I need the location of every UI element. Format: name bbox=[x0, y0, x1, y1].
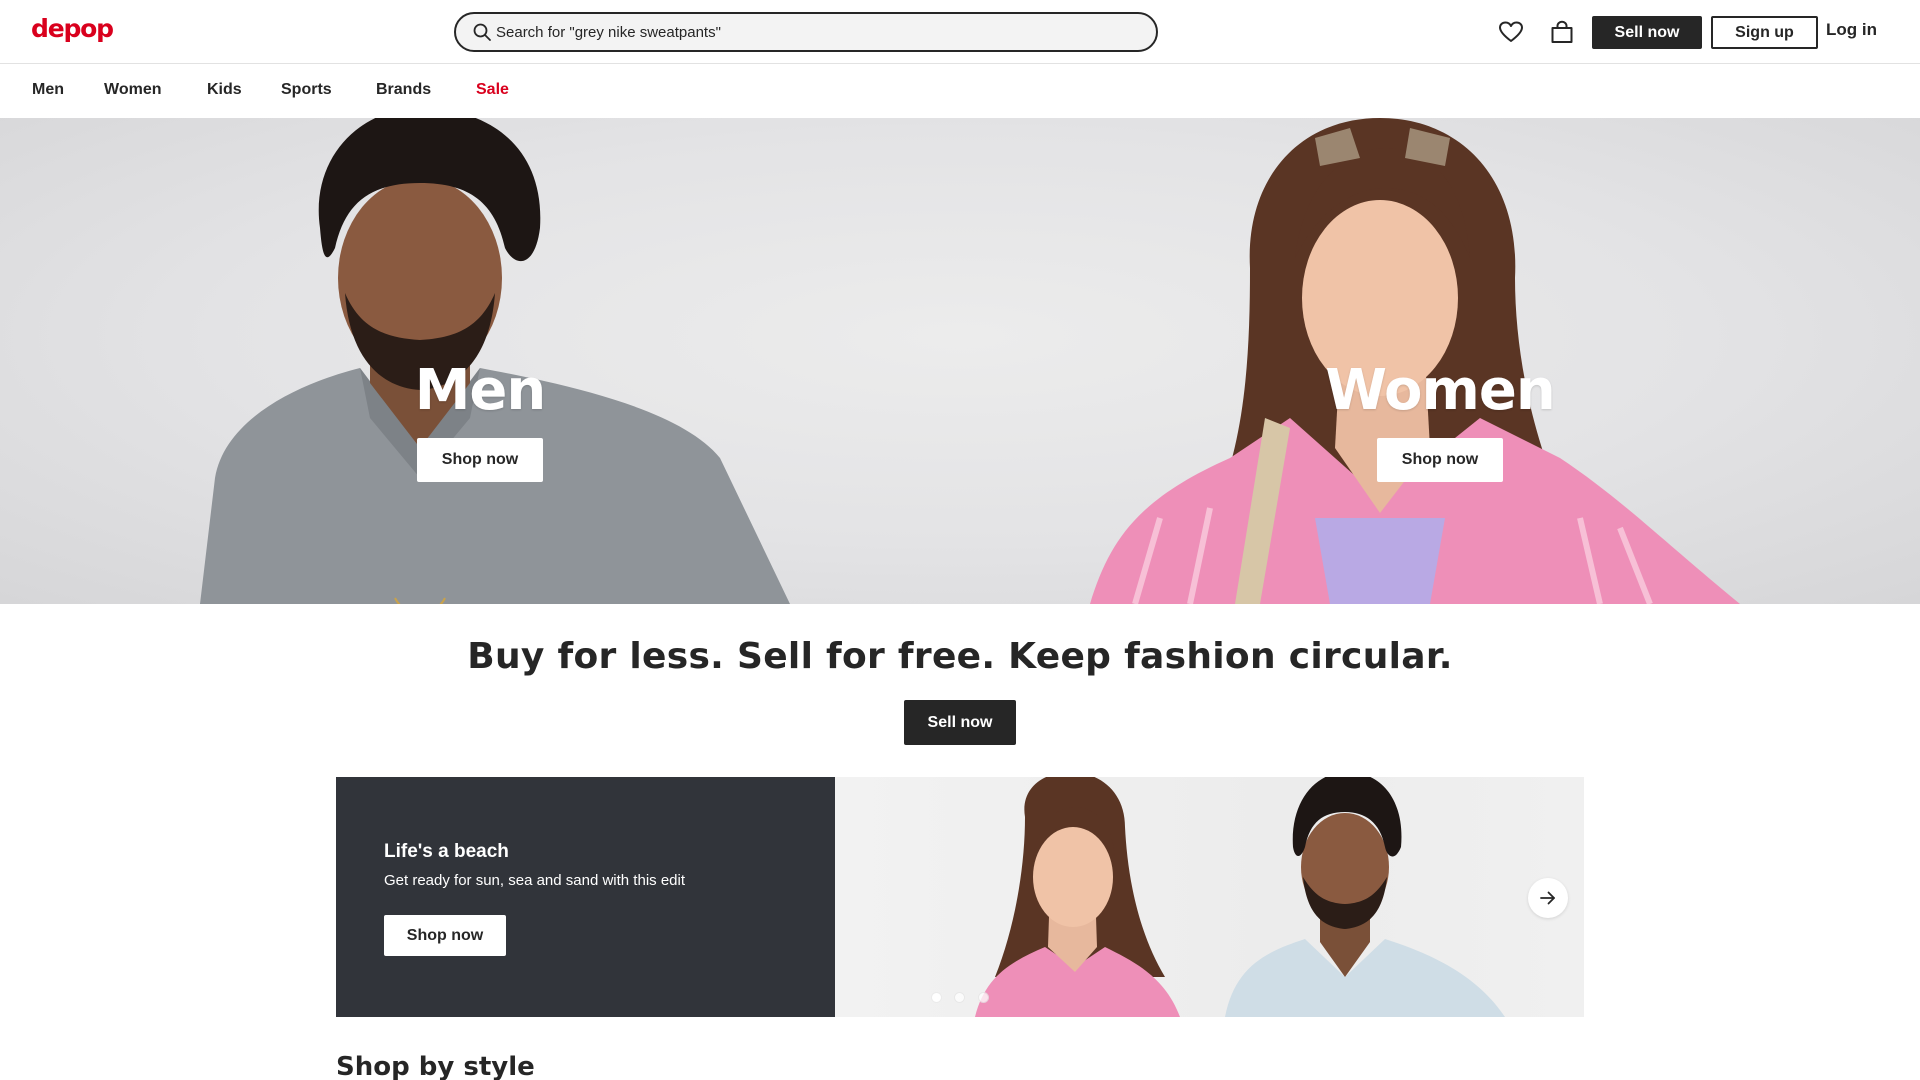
nav-item-kids[interactable]: Kids bbox=[207, 81, 242, 99]
promo-subtitle: Get ready for sun, sea and sand with thi… bbox=[384, 872, 686, 889]
hero-title-women: Women bbox=[1325, 358, 1555, 423]
carousel-next-button[interactable] bbox=[1528, 878, 1568, 918]
search-bar[interactable] bbox=[454, 12, 1158, 52]
hero-title-men: Men bbox=[414, 358, 547, 423]
shop-men-button[interactable]: Shop now bbox=[417, 438, 543, 482]
carousel-dot-2[interactable] bbox=[954, 992, 965, 1003]
bag-icon[interactable] bbox=[1548, 18, 1576, 46]
search-icon bbox=[473, 23, 491, 41]
carousel-dot-1[interactable] bbox=[931, 992, 942, 1003]
hero-panel-men[interactable]: Men Shop now bbox=[0, 118, 960, 604]
tagline-sell-now-button[interactable]: Sell now bbox=[904, 700, 1016, 745]
heart-icon[interactable] bbox=[1497, 18, 1525, 46]
category-nav: Men Women Kids Sports Brands Sale bbox=[0, 65, 1920, 118]
sell-now-button[interactable]: Sell now bbox=[1592, 16, 1702, 49]
promo-carousel: Life's a beach Get ready for sun, sea an… bbox=[336, 777, 1584, 1017]
hero-banner: Men Shop now Women Shop now bbox=[0, 118, 1920, 604]
promo-models-photo bbox=[975, 777, 1505, 1017]
promo-shop-now-button[interactable]: Shop now bbox=[384, 915, 506, 956]
nav-item-sports[interactable]: Sports bbox=[281, 81, 332, 99]
arrow-right-icon bbox=[1540, 891, 1555, 905]
tagline-heading: Buy for less. Sell for free. Keep fashio… bbox=[467, 636, 1453, 677]
log-in-link[interactable]: Log in bbox=[1826, 20, 1877, 40]
carousel-dot-3[interactable] bbox=[978, 992, 989, 1003]
shop-women-button[interactable]: Shop now bbox=[1377, 438, 1503, 482]
sign-up-button[interactable]: Sign up bbox=[1711, 16, 1818, 49]
nav-item-brands[interactable]: Brands bbox=[376, 81, 431, 99]
promo-text-panel: Life's a beach Get ready for sun, sea an… bbox=[336, 777, 835, 1017]
promo-image[interactable] bbox=[835, 777, 1584, 1017]
depop-logo[interactable]: depop bbox=[31, 14, 114, 43]
nav-item-women[interactable]: Women bbox=[104, 81, 161, 99]
nav-item-sale[interactable]: Sale bbox=[476, 81, 509, 99]
site-header: depop Sell now Sign up Log in bbox=[0, 0, 1920, 64]
search-input[interactable] bbox=[496, 21, 1136, 43]
promo-title: Life's a beach bbox=[384, 841, 509, 862]
nav-item-men[interactable]: Men bbox=[32, 81, 64, 99]
hero-panel-women[interactable]: Women Shop now bbox=[960, 118, 1920, 604]
shop-by-style-heading: Shop by style bbox=[336, 1052, 535, 1080]
